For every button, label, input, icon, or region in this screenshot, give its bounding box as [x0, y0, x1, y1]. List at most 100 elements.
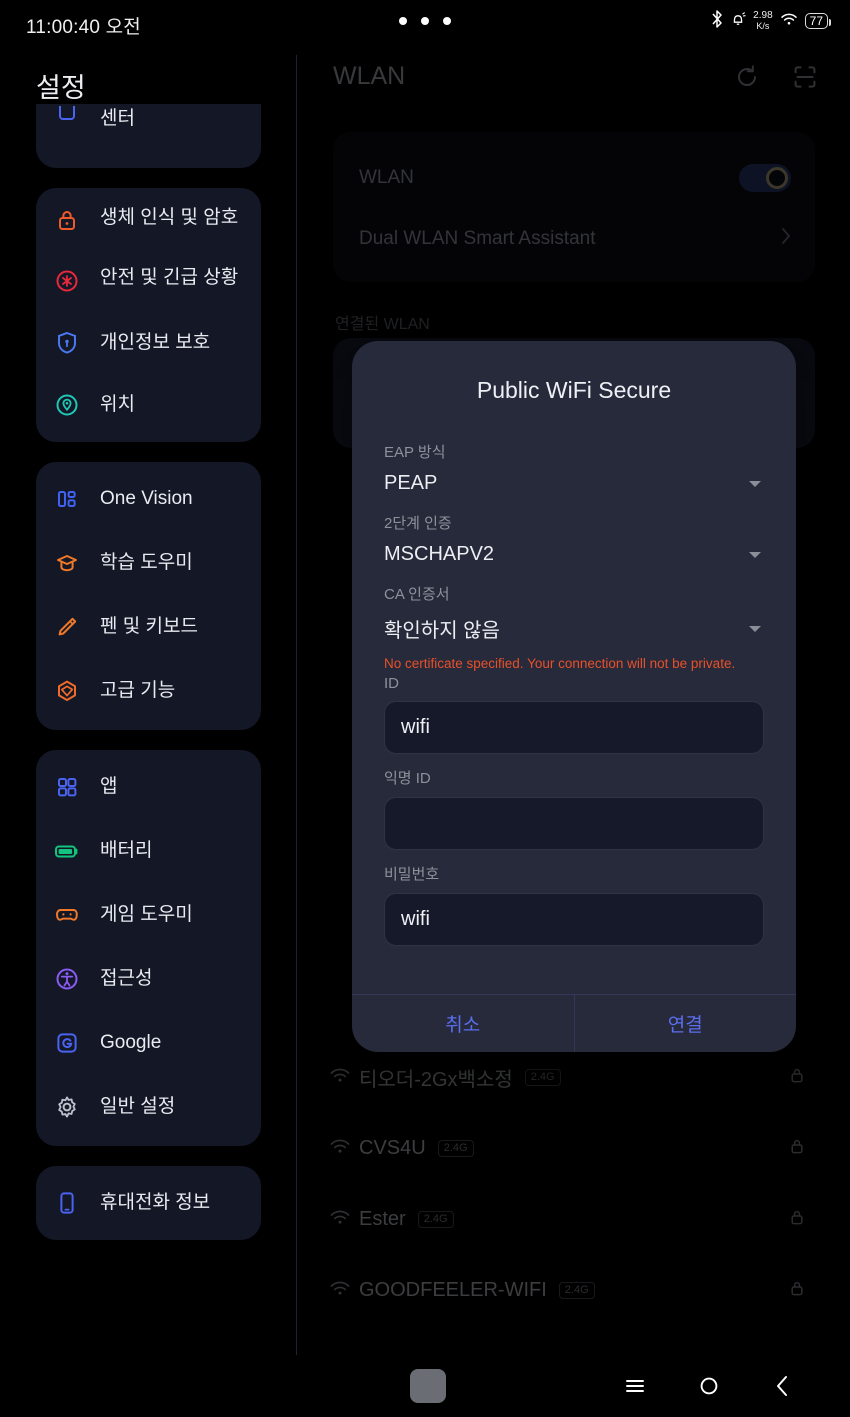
dual-wlan-row[interactable]: Dual WLAN Smart Assistant	[359, 227, 791, 250]
connected-section-label: 연결된 WLAN	[335, 316, 430, 333]
gear-icon	[52, 1092, 82, 1122]
sidebar-item-privacy[interactable]: 개인정보 보호	[36, 310, 261, 372]
sidebar-item-advanced-features[interactable]: 고급 기능	[36, 662, 261, 730]
emergency-icon	[52, 266, 82, 296]
google-icon	[52, 1028, 82, 1058]
battery-indicator: 77	[804, 13, 832, 29]
sidebar-item-safety-emergency[interactable]: 안전 및 긴급 상황	[36, 250, 261, 310]
sidebar-item-label: 센터	[100, 108, 135, 130]
shield-icon	[52, 328, 82, 358]
accessibility-icon	[52, 964, 82, 994]
sidebar-item-label: 게임 도우미	[100, 904, 193, 926]
nav-group-notification: 센터	[36, 104, 261, 168]
settings-sidebar[interactable]: 설정 센터 생체 인식 및 암호 안전 및 긴급 상황 개인정보 보호 위치 O…	[0, 42, 297, 1355]
pencil-icon	[52, 612, 82, 642]
network-band-badge: 2.4G	[558, 1281, 595, 1300]
app-thumbnail-handle[interactable]	[410, 1369, 446, 1403]
sidebar-item-accessibility[interactable]: 접근성	[36, 950, 261, 1014]
sidebar-item-location[interactable]: 위치	[36, 372, 261, 442]
phase2-select[interactable]: MSCHAPV2	[384, 533, 764, 570]
sidebar-item-label: 고급 기능	[100, 680, 176, 702]
dialog-title: Public WiFi Secure	[476, 377, 672, 403]
network-row[interactable]: CVS4U 2.4G	[297, 1113, 850, 1184]
lock-icon	[52, 206, 82, 236]
password-label: 비밀번호	[384, 865, 440, 883]
sidebar-item-label: 배터리	[100, 840, 153, 862]
sidebar-item-phone-info[interactable]: 휴대전화 정보	[36, 1166, 261, 1240]
sidebar-item-study-assistant[interactable]: 학습 도우미	[36, 534, 261, 598]
dialog-form[interactable]: EAP 방식 PEAP 2단계 인증 MSCHAPV2 CA 인증서 확인하지 …	[352, 419, 796, 994]
sidebar-item-apps[interactable]: 앱	[36, 750, 261, 822]
sidebar-item-biometrics[interactable]: 생체 인식 및 암호	[36, 188, 261, 250]
wlan-toggle-row[interactable]: WLAN	[359, 164, 791, 192]
phase2-value: MSCHAPV2	[384, 543, 495, 565]
sidebar-item-general-settings[interactable]: 일반 설정	[36, 1078, 261, 1146]
sidebar-scroll-area[interactable]: 센터 생체 인식 및 암호 안전 및 긴급 상황 개인정보 보호 위치 One …	[0, 104, 297, 1260]
identity-input-value: wifi	[401, 715, 430, 738]
network-band-badge: 2.4G	[524, 1068, 561, 1087]
system-navigation-bar[interactable]	[0, 1355, 850, 1417]
network-ssid: CVS4U	[359, 1137, 426, 1159]
identity-input[interactable]: wifi	[384, 700, 764, 754]
back-chevron-icon[interactable]	[772, 1374, 792, 1398]
connect-button[interactable]: 연결	[575, 995, 797, 1052]
qr-scan-icon[interactable]	[792, 64, 818, 95]
wlan-settings-card[interactable]: WLAN Dual WLAN Smart Assistant	[333, 132, 815, 282]
network-speed-indicator: 2.98 K/s	[753, 11, 772, 31]
network-band-badge: 2.4G	[437, 1139, 474, 1158]
network-row[interactable]: GOODFEELER-WIFI 2.4G	[297, 1255, 850, 1326]
wlan-page-title: WLAN	[333, 62, 406, 90]
password-input[interactable]: wifi	[384, 892, 764, 946]
wifi-connect-dialog[interactable]: Public WiFi Secure EAP 방식 PEAP 2단계 인증 MS…	[352, 341, 796, 1052]
network-speed-value: 2.98	[753, 10, 773, 21]
sidebar-item-label: Google	[100, 1032, 162, 1054]
available-networks-list[interactable]: 티오더-2Gx백소정 2.4G CVS4U 2.4G Ester 2.4G GO…	[297, 1042, 850, 1326]
sidebar-item-label: 학습 도우미	[100, 552, 193, 574]
password-input-value: wifi	[401, 907, 430, 930]
battery-icon	[52, 836, 82, 866]
chevron-right-icon	[781, 227, 791, 250]
status-bar: 11:00:40 오전 2.98 K/s 77	[0, 0, 850, 42]
lock-icon	[790, 1280, 804, 1302]
network-row[interactable]: Ester 2.4G	[297, 1184, 850, 1255]
dialog-action-bar[interactable]: 취소 연결	[352, 994, 796, 1052]
sidebar-item-label: 위치	[100, 394, 135, 416]
recents-icon[interactable]	[624, 1375, 646, 1397]
sidebar-item-label: 생체 인식 및 암호	[100, 207, 239, 228]
anonymous-identity-input[interactable]	[384, 796, 764, 850]
refresh-icon[interactable]	[734, 64, 760, 95]
wlan-toggle-switch[interactable]	[739, 164, 791, 192]
lock-icon	[790, 1067, 804, 1089]
network-speed-unit: K/s	[756, 21, 770, 31]
network-row[interactable]: 티오더-2Gx백소정 2.4G	[297, 1042, 850, 1113]
sidebar-item-battery[interactable]: 배터리	[36, 822, 261, 886]
sidebar-item-label: 안전 및 긴급 상황	[100, 267, 239, 288]
ca-certificate-label: CA 인증서	[384, 586, 450, 603]
cancel-button[interactable]: 취소	[352, 995, 574, 1052]
home-circle-icon[interactable]	[698, 1375, 720, 1397]
eap-method-value: PEAP	[384, 472, 438, 494]
lock-icon	[790, 1138, 804, 1160]
ca-certificate-select[interactable]: 확인하지 않음	[384, 604, 764, 647]
sidebar-item-game-assistant[interactable]: 게임 도우미	[36, 886, 261, 950]
gamepad-icon	[52, 900, 82, 930]
nav-group-tools: One Vision 학습 도우미 펜 및 키보드 고급 기능	[36, 462, 261, 730]
sidebar-item-label: 휴대전화 정보	[100, 1192, 211, 1214]
sidebar-item-google[interactable]: Google	[36, 1014, 261, 1078]
wifi-icon	[329, 1066, 351, 1089]
sidebar-item-pen-keyboard[interactable]: 펜 및 키보드	[36, 598, 261, 662]
location-pin-icon	[52, 390, 82, 420]
phase2-label: 2단계 인증	[384, 515, 452, 532]
lock-icon	[790, 1209, 804, 1231]
nav-keys[interactable]	[624, 1355, 792, 1417]
wlan-toggle-label: WLAN	[359, 167, 414, 188]
network-band-badge: 2.4G	[417, 1210, 454, 1229]
eap-method-select[interactable]: PEAP	[384, 462, 764, 499]
sidebar-item-one-vision[interactable]: One Vision	[36, 462, 261, 534]
identity-label: ID	[384, 674, 399, 692]
notification-panel-icon	[52, 104, 82, 134]
certificate-warning-text: No certificate specified. Your connectio…	[384, 656, 736, 671]
wlan-header-actions[interactable]	[734, 64, 818, 95]
cube-icon	[52, 676, 82, 706]
sidebar-item-notification-center[interactable]: 센터	[36, 104, 261, 148]
